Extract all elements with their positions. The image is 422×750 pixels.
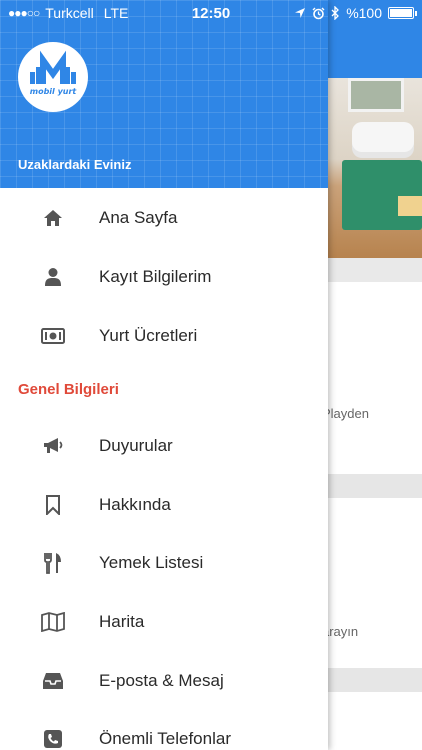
home-icon xyxy=(40,205,66,231)
bluetooth-icon xyxy=(331,6,340,20)
menu-item-label: Önemli Telefonlar xyxy=(99,729,231,748)
menu-item-yemek-listesi[interactable]: Yemek Listesi xyxy=(0,534,328,592)
menu-item-ana-sayfa[interactable]: Ana Sayfa xyxy=(0,189,328,247)
menu-item-label: Hakkında xyxy=(99,495,171,514)
menu-item-label: Yurt Ücretleri xyxy=(99,326,198,345)
utensils-icon xyxy=(40,550,66,576)
user-icon xyxy=(40,264,66,290)
phone-icon xyxy=(40,726,66,750)
menu-item-label: Harita xyxy=(99,612,145,631)
background-card[interactable]: Playden xyxy=(322,282,422,474)
status-bar: ●●●○○ Turkcell LTE 12:50 %100 xyxy=(0,0,422,26)
menu-item-label: Ana Sayfa xyxy=(99,208,178,227)
battery-icon xyxy=(388,7,417,19)
menu-item-label: Kayıt Bilgilerim xyxy=(99,267,212,286)
background-card-text: Playden xyxy=(322,406,369,421)
menu-item-onemli-telefonlar[interactable]: Önemli Telefonlar xyxy=(0,710,328,750)
menu-item-yurt-ucretleri[interactable]: Yurt Ücretleri xyxy=(0,307,328,365)
section-title-genel-bilgileri: Genel Bilgileri xyxy=(18,381,119,398)
battery-percent: %100 xyxy=(346,5,382,21)
mobil-yurt-logo: mobil yurt xyxy=(18,42,88,112)
app-subtitle: Uzaklardaki Eviniz xyxy=(18,157,132,172)
map-icon xyxy=(40,609,66,635)
logo-wordmark: mobil yurt xyxy=(30,87,78,96)
bookmark-icon xyxy=(40,492,66,518)
background-divider xyxy=(328,668,422,692)
drawer-header: mobil yurt Uzaklardaki Eviniz xyxy=(0,0,328,188)
background-card[interactable] xyxy=(328,692,422,750)
location-arrow-icon xyxy=(295,8,306,18)
menu-item-label: Duyurular xyxy=(99,436,173,455)
menu-item-e-posta-mesaj[interactable]: E-posta & Mesaj xyxy=(0,652,328,710)
menu-item-label: E-posta & Mesaj xyxy=(99,671,224,690)
dorm-room-photo xyxy=(328,78,422,258)
money-icon xyxy=(40,323,66,349)
menu-item-duyurular[interactable]: Duyurular xyxy=(0,417,328,475)
menu-item-harita[interactable]: Harita xyxy=(0,593,328,651)
megaphone-icon xyxy=(40,433,66,459)
background-divider xyxy=(328,474,422,498)
menu-item-hakkinda[interactable]: Hakkında xyxy=(0,476,328,534)
navigation-drawer[interactable]: mobil yurt Uzaklardaki Eviniz Ana Sayfa … xyxy=(0,0,328,750)
menu-item-label: Yemek Listesi xyxy=(99,553,204,572)
inbox-icon xyxy=(40,668,66,694)
signal-strength: ●●●○○ xyxy=(8,6,40,20)
menu-item-kayit-bilgilerim[interactable]: Kayıt Bilgilerim xyxy=(0,248,328,306)
background-card[interactable]: arayın xyxy=(322,498,422,668)
carrier-name: Turkcell xyxy=(45,5,94,21)
alarm-icon xyxy=(312,7,325,19)
network-type: LTE xyxy=(103,5,129,21)
